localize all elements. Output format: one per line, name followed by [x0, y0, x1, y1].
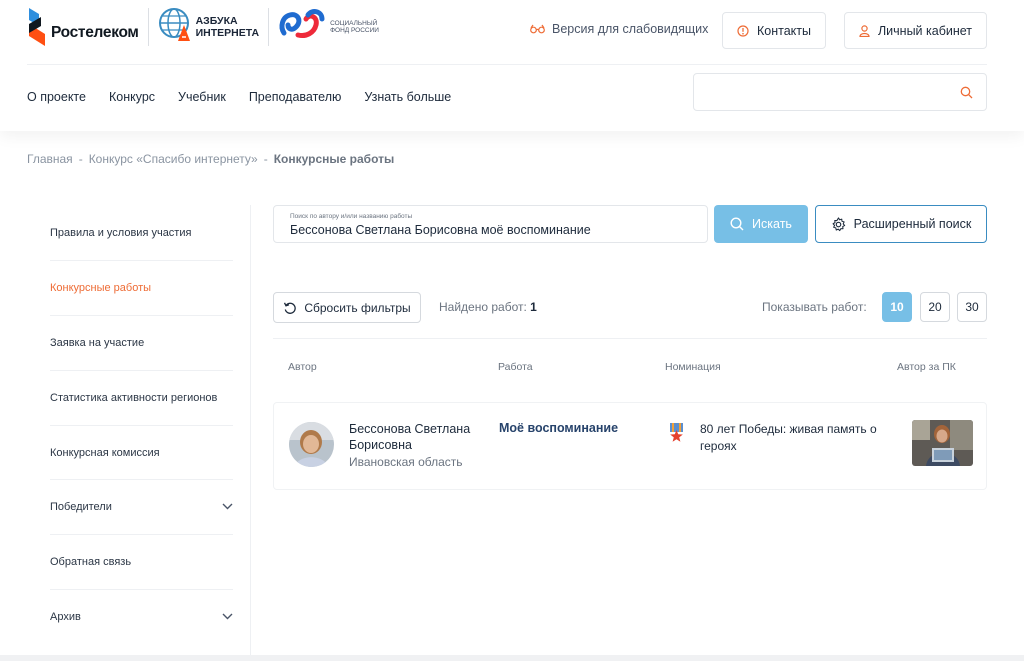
- sidebar-item-archive[interactable]: Архив: [50, 589, 233, 644]
- table-divider: [273, 338, 987, 339]
- low-vision-label: Версия для слабовидящих: [552, 22, 709, 36]
- avatar: [289, 422, 334, 467]
- reset-filters-label: Сбросить фильтры: [304, 300, 411, 315]
- footer-edge: [0, 655, 1024, 661]
- glasses-icon: [530, 24, 545, 34]
- page-size-20[interactable]: 20: [920, 292, 950, 322]
- sidebar-item-commission[interactable]: Конкурсная комиссия: [50, 425, 233, 480]
- found-count-value: 1: [530, 300, 537, 314]
- search-icon: [730, 217, 744, 231]
- logo-divider: [268, 8, 270, 46]
- site-header: Ростелеком АЗБУКА ИНТЕРНЕТА СОЦИАЛЬНЫЙ Ф…: [0, 0, 1024, 131]
- work-title-link[interactable]: Моё воспоминание: [499, 421, 618, 435]
- column-header-author: Автор: [288, 361, 317, 373]
- site-search-input[interactable]: [693, 73, 987, 111]
- advanced-search-button[interactable]: Расширенный поиск: [815, 205, 987, 243]
- azbuka-logo-text: АЗБУКА ИНТЕРНЕТА: [195, 15, 260, 39]
- column-header-work: Работа: [498, 361, 533, 373]
- refresh-icon: [283, 301, 297, 315]
- header-divider: [27, 64, 987, 65]
- victory-medal-icon: [668, 422, 685, 447]
- info-icon: [737, 24, 749, 37]
- column-header-pc-author: Автор за ПК: [897, 361, 956, 373]
- rostelecom-logo[interactable]: Ростелеком: [27, 4, 139, 50]
- nav-item-learn-more[interactable]: Узнать больше: [364, 90, 451, 104]
- nomination-text: 80 лет Победы: живая память о героях: [700, 422, 877, 453]
- sidebar-item-works[interactable]: Конкурсные работы: [50, 260, 233, 315]
- low-vision-link[interactable]: Версия для слабовидящих: [530, 22, 708, 36]
- sfr-logo-icon: [278, 7, 326, 48]
- search-button[interactable]: Искать: [714, 205, 808, 243]
- cabinet-button[interactable]: Личный кабинет: [844, 12, 987, 49]
- sfr-logo[interactable]: СОЦИАЛЬНЫЙ ФОНД РОССИИ: [278, 7, 379, 48]
- logos: Ростелеком АЗБУКА ИНТЕРНЕТА СОЦИАЛЬНЫЙ Ф…: [27, 4, 379, 50]
- reset-filters-button[interactable]: Сбросить фильтры: [273, 292, 421, 323]
- main-nav: О проекте Конкурс Учебник Преподавателю …: [27, 90, 474, 104]
- pc-author-photo[interactable]: [912, 420, 973, 466]
- chevron-down-icon[interactable]: [222, 501, 233, 513]
- cabinet-label: Личный кабинет: [877, 23, 973, 38]
- breadcrumb-contest[interactable]: Конкурс «Спасибо интернету»: [89, 152, 258, 166]
- sidebar-item-statistics[interactable]: Статистика активности регионов: [50, 370, 233, 425]
- sidebar-item-application[interactable]: Заявка на участие: [50, 315, 233, 370]
- works-search-value: Бессонова Светлана Борисовна моё воспоми…: [290, 223, 591, 237]
- breadcrumb-separator: -: [78, 152, 83, 166]
- sidebar-item-feedback[interactable]: Обратная связь: [50, 534, 233, 589]
- breadcrumb: Главная - Конкурс «Спасибо интернету» - …: [27, 152, 394, 166]
- search-button-label: Искать: [752, 217, 792, 231]
- breadcrumb-separator: -: [263, 152, 268, 166]
- author-name[interactable]: Бессонова Светлана Борисовна: [349, 421, 489, 453]
- nav-item-teacher[interactable]: Преподавателю: [249, 90, 342, 104]
- works-search-placeholder: Поиск по автору и/или названию работы: [290, 213, 413, 220]
- sidebar: Правила и условия участия Конкурсные раб…: [27, 205, 251, 655]
- contacts-button[interactable]: Контакты: [722, 12, 826, 49]
- column-header-nomination: Номинация: [665, 361, 721, 373]
- sidebar-item-winners[interactable]: Победители: [50, 479, 233, 534]
- breadcrumb-current: Конкурсные работы: [273, 152, 395, 166]
- user-icon: [859, 24, 870, 37]
- breadcrumb-home[interactable]: Главная: [27, 152, 73, 166]
- page-size-label: Показывать работ:: [762, 300, 867, 314]
- nav-item-textbook[interactable]: Учебник: [178, 90, 226, 104]
- search-icon[interactable]: [960, 86, 973, 104]
- azbuka-logo[interactable]: АЗБУКА ИНТЕРНЕТА: [158, 7, 259, 48]
- nav-item-contest[interactable]: Конкурс: [109, 90, 155, 104]
- works-search-input[interactable]: Поиск по автору и/или названию работы Бе…: [273, 205, 708, 243]
- author-region: Ивановская область: [349, 455, 463, 469]
- gear-icon: [831, 216, 846, 232]
- found-count: Найдено работ: 1: [439, 300, 537, 314]
- advanced-search-label: Расширенный поиск: [853, 217, 972, 231]
- globe-icon: [158, 7, 194, 48]
- logo-divider: [147, 8, 149, 46]
- rostelecom-logo-text: Ростелеком: [51, 24, 139, 41]
- sfr-logo-text: СОЦИАЛЬНЫЙ ФОНД РОССИИ: [330, 19, 379, 35]
- page-size-10[interactable]: 10: [882, 292, 912, 322]
- nav-item-about[interactable]: О проекте: [27, 90, 86, 104]
- contacts-label: Контакты: [757, 23, 811, 38]
- chevron-down-icon[interactable]: [222, 611, 233, 623]
- table-row[interactable]: Бессонова Светлана Борисовна Ивановская …: [273, 402, 987, 490]
- sidebar-item-rules[interactable]: Правила и условия участия: [50, 205, 233, 260]
- page-size-30[interactable]: 30: [957, 292, 987, 322]
- rostelecom-logo-icon: [27, 6, 49, 48]
